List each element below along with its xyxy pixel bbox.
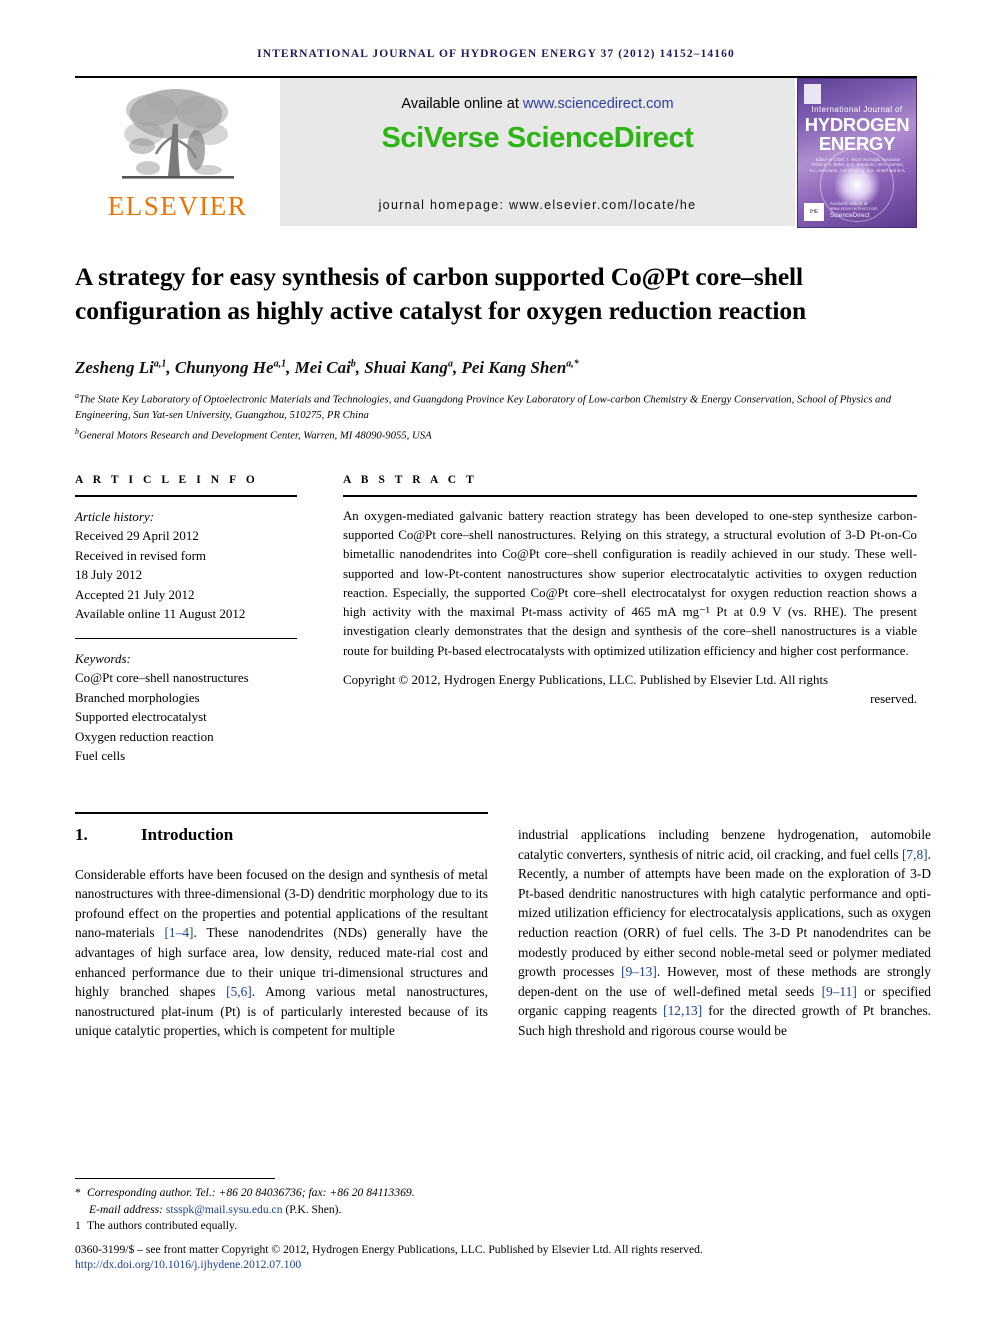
- history-item: Received in revised form: [75, 547, 207, 563]
- journal-cover-block: International Journal of HYDROGEN ENERGY…: [795, 78, 917, 228]
- abstract-copyright: Copyright © 2012, Hydrogen Energy Public…: [343, 661, 917, 710]
- available-online-text: Available online at: [401, 96, 523, 112]
- affiliation-item: aThe State Key Laboratory of Optoelectro…: [75, 388, 917, 424]
- article-page: INTERNATIONAL JOURNAL OF HYDROGEN ENERGY…: [0, 0, 992, 1323]
- journal-homepage-line[interactable]: journal homepage: www.elsevier.com/locat…: [280, 198, 795, 212]
- keywords-label: Keywords:: [75, 650, 131, 666]
- history-item: Received 29 April 2012: [75, 528, 199, 544]
- cover-title-big: HYDROGEN ENERGY: [798, 115, 916, 153]
- author-sup: a: [447, 358, 453, 370]
- keywords-block: Keywords: Co@Pt core–shell nanostructure…: [75, 639, 297, 766]
- author-name: Pei Kang Shen: [461, 358, 567, 377]
- abstract-copyright-end: reserved.: [870, 692, 917, 707]
- body-paragraph: Considerable efforts have been focused o…: [75, 865, 488, 1041]
- elsevier-logo: ELSEVIER: [75, 78, 280, 226]
- asterisk-icon: *: [75, 1186, 81, 1199]
- page-title: A strategy for easy synthesis of carbon …: [75, 262, 807, 325]
- doi-link[interactable]: http://dx.doi.org/10.1016/j.ijhydene.201…: [75, 1258, 920, 1271]
- keyword-item: Fuel cells: [75, 748, 126, 764]
- body-columns: 1. Introduction Considerable efforts hav…: [75, 811, 931, 1055]
- footnote-corresponding-text: Corresponding author. Tel.: +86 20 84036…: [87, 1186, 415, 1199]
- cover-title-line1: HYDROGEN: [804, 114, 910, 135]
- keyword-item: Co@Pt core–shell nanostructures: [75, 670, 249, 686]
- sciencedirect-banner: Available online at www.sciencedirect.co…: [280, 78, 795, 226]
- article-history-label: Article history:: [75, 508, 155, 524]
- abstract-copyright-text: Copyright © 2012, Hydrogen Energy Public…: [343, 673, 829, 687]
- elsevier-tree-icon: [121, 89, 234, 179]
- author-sup: a,1: [153, 358, 167, 370]
- body-text-part: industrial applications including benzen…: [518, 827, 931, 862]
- affiliation-list: aThe State Key Laboratory of Optoelectro…: [75, 388, 917, 444]
- history-item: Available online 11 August 2012: [75, 606, 246, 622]
- author-name: Chunyong He: [174, 358, 274, 377]
- body-paragraph: industrial applications including benzen…: [518, 825, 931, 1041]
- cover-sciencedirect-mark: Available online at www.sciencedirect.co…: [830, 201, 916, 219]
- footnotes: * Corresponding author. Tel.: +86 20 8403…: [75, 1178, 920, 1271]
- cover-ihe-badge: IHE: [804, 203, 824, 221]
- email-link[interactable]: stsspk@mail.sysu.edu.cn: [166, 1203, 283, 1216]
- citation-ref[interactable]: [5,6]: [226, 984, 252, 999]
- issn-copyright-line: 0360-3199/$ – see front matter Copyright…: [75, 1242, 703, 1256]
- author-name: Shuai Kang: [364, 358, 448, 377]
- masthead: ELSEVIER Available online at www.science…: [75, 76, 917, 228]
- abstract-column: A B S T R A C T An oxygen-mediated galva…: [343, 474, 917, 766]
- footnote-email: E-mail address: stsspk@mail.sysu.edu.cn …: [75, 1202, 920, 1219]
- affiliation-item: bGeneral Motors Research and Development…: [75, 424, 917, 444]
- sciverse-sciencedirect-logo: SciVerse ScienceDirect: [381, 122, 694, 154]
- article-info-column: A R T I C L E I N F O Article history: R…: [75, 474, 297, 766]
- available-online-line: Available online at www.sciencedirect.co…: [401, 96, 673, 112]
- cover-editors-text: Editor-in-Chief: T. Nejat Veziroğlu Asso…: [810, 157, 906, 179]
- author-sup: a,1: [273, 358, 287, 370]
- body-column-left: 1. Introduction Considerable efforts hav…: [75, 811, 488, 1055]
- section-number: 1.: [75, 824, 88, 844]
- citation-ref[interactable]: [9–11]: [822, 984, 857, 999]
- footnote-equal-contribution: 1 The authors contributed equally.: [75, 1218, 920, 1235]
- keyword-item: Oxygen reduction reaction: [75, 728, 214, 744]
- citation-ref[interactable]: [12,13]: [663, 1003, 702, 1018]
- author-list: Zesheng Lia,1, Chunyong Hea,1, Mei Caib,…: [75, 358, 579, 377]
- body-text-part: . Recently, a number of attempts have be…: [518, 846, 931, 980]
- citation-ref[interactable]: [7,8]: [902, 847, 928, 862]
- section-heading: 1. Introduction: [75, 814, 488, 845]
- abstract-text: An oxygen-mediated galvanic battery reac…: [343, 508, 917, 658]
- body-column-right: industrial applications including benzen…: [518, 812, 931, 1055]
- footnote-rule: [75, 1178, 275, 1179]
- elsevier-wordmark: ELSEVIER: [107, 191, 248, 221]
- keyword-item: Branched morphologies: [75, 689, 200, 705]
- cover-title-line2: ENERGY: [818, 133, 896, 154]
- keyword-item: Supported electrocatalyst: [75, 709, 207, 725]
- footnote-corresponding-author: * Corresponding author. Tel.: +86 20 8403…: [75, 1185, 920, 1202]
- affiliation-text: General Motors Research and Development …: [79, 429, 432, 442]
- affiliation-text: The State Key Laboratory of Optoelectron…: [75, 393, 892, 422]
- cover-sciencedirect-tiny: Available online at www.sciencedirect.co…: [830, 201, 878, 211]
- history-item: Accepted 21 July 2012: [75, 586, 195, 602]
- citation-ref[interactable]: [9–13]: [621, 964, 657, 979]
- article-info-heading: A R T I C L E I N F O: [75, 473, 259, 486]
- author-sup: a,*: [566, 358, 579, 370]
- citation-ref[interactable]: [1–4]: [164, 925, 193, 940]
- cover-title-small: International Journal of: [811, 105, 903, 114]
- footnote-email-label: E-mail address:: [89, 1202, 166, 1216]
- article-history-block: Article history: Received 29 April 2012 …: [75, 497, 297, 624]
- section-name: Introduction: [141, 824, 234, 844]
- author-sup: b: [350, 358, 356, 370]
- author-name: Mei Cai: [294, 358, 351, 377]
- footnote-equal-text: The authors contributed equally.: [87, 1219, 237, 1232]
- abstract-heading: A B S T R A C T: [343, 473, 478, 486]
- journal-cover-image: International Journal of HYDROGEN ENERGY…: [797, 78, 917, 228]
- cover-sciencedirect-label: ScienceDirect: [830, 213, 870, 219]
- history-item: 18 July 2012: [75, 567, 143, 583]
- info-abstract-section: A R T I C L E I N F O Article history: R…: [75, 474, 917, 766]
- footnote-mark: 1: [75, 1219, 81, 1232]
- footnote-email-suffix: (P.K. Shen).: [282, 1202, 342, 1216]
- author-name: Zesheng Li: [75, 358, 154, 377]
- sciencedirect-url[interactable]: www.sciencedirect.com: [523, 96, 674, 112]
- running-head: INTERNATIONAL JOURNAL OF HYDROGEN ENERGY…: [257, 48, 735, 60]
- cover-elsevier-icon: [804, 84, 821, 104]
